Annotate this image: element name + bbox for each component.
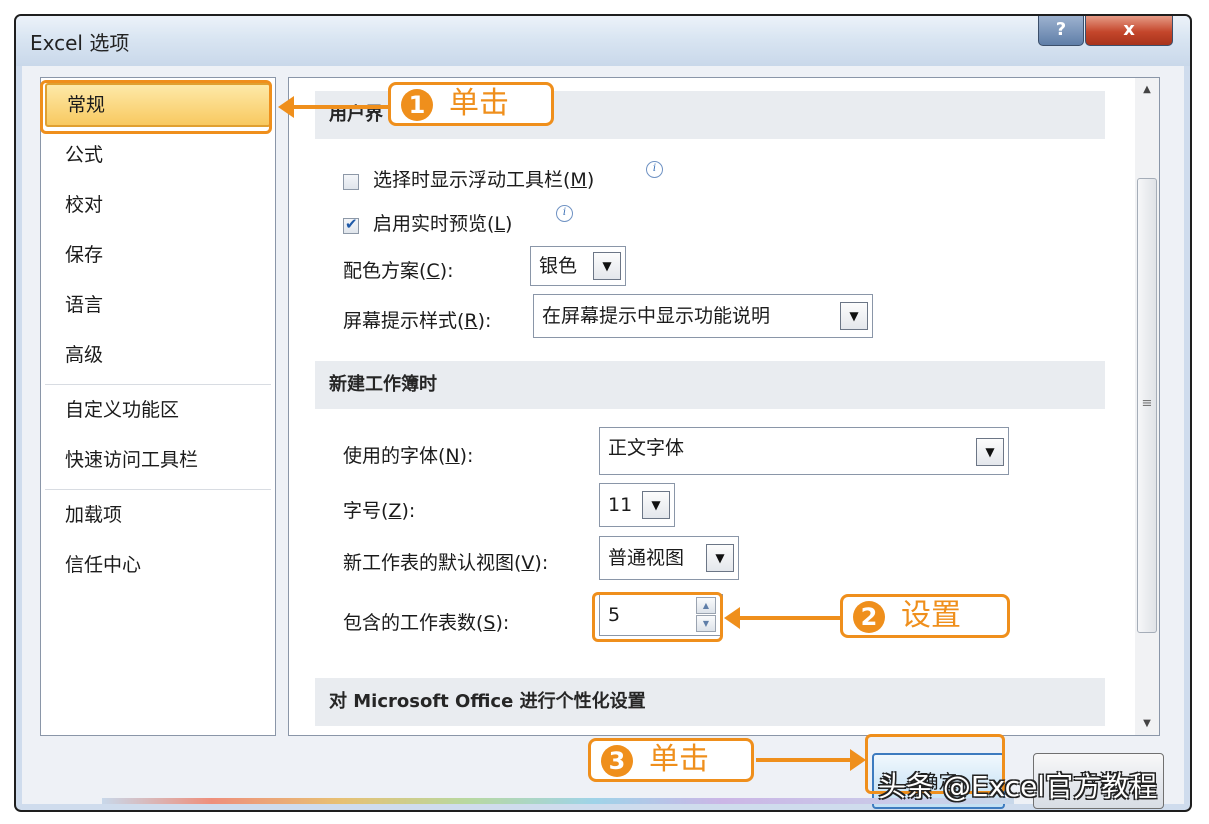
nav-item-quick-access-toolbar[interactable]: 快速访问工具栏 — [45, 438, 271, 482]
nav-item-add-ins[interactable]: 加载项 — [45, 493, 271, 537]
mini-toolbar-checkbox[interactable] — [343, 174, 359, 190]
scroll-up-icon[interactable]: ▲ — [1139, 84, 1155, 95]
screentip-style-select[interactable]: 在屏幕提示中显示功能说明 ▼ — [533, 294, 873, 338]
arrow-left-icon — [724, 607, 842, 629]
nav-item-customize-ribbon[interactable]: 自定义功能区 — [45, 388, 271, 432]
callout-3: 3 单击 — [588, 738, 754, 782]
live-preview-checkbox[interactable] — [343, 215, 359, 234]
font-value: 正文字体 — [608, 437, 685, 459]
scroll-down-icon[interactable]: ▼ — [1139, 718, 1155, 729]
callout-2: 2 设置 — [840, 594, 1010, 638]
decrement-icon[interactable]: ▼ — [696, 615, 716, 632]
default-view-select[interactable]: 普通视图 ▼ — [599, 536, 739, 580]
dialog-body: 常规 公式 校对 保存 语言 高级 自定义功能区 快速访问工具栏 加载项 信任中… — [22, 66, 1184, 809]
nav-item-advanced[interactable]: 高级 — [45, 333, 271, 377]
category-list: 常规 公式 校对 保存 语言 高级 自定义功能区 快速访问工具栏 加载项 信任中… — [40, 77, 276, 736]
mini-toolbar-label: 选择时显示浮动工具栏(M) — [373, 169, 595, 191]
chevron-down-icon[interactable]: ▼ — [706, 544, 734, 572]
callout-1: 1 单击 — [388, 82, 554, 126]
default-view-value: 普通视图 — [608, 547, 685, 569]
color-scheme-label: 配色方案(C): — [343, 260, 454, 282]
chevron-down-icon[interactable]: ▼ — [840, 302, 868, 330]
info-icon: i — [646, 161, 663, 178]
step-number-1: 1 — [401, 89, 433, 121]
nav-item-general[interactable]: 常规 — [45, 83, 271, 127]
section-heading-personalize: 对 Microsoft Office 进行个性化设置 — [315, 678, 1105, 726]
callout-1-text: 单击 — [449, 86, 509, 121]
info-icon: i — [556, 205, 573, 222]
watermark: 头条 @Excel官方教程 — [878, 770, 1158, 803]
scroll-thumb[interactable]: ≡ — [1137, 178, 1157, 633]
nav-item-formulas[interactable]: 公式 — [45, 133, 271, 177]
nav-item-language[interactable]: 语言 — [45, 283, 271, 327]
screentip-style-label: 屏幕提示样式(R): — [343, 310, 492, 332]
section-heading-new-workbook: 新建工作簿时 — [315, 361, 1105, 409]
color-scheme-select[interactable]: 银色 ▼ — [530, 246, 626, 286]
callout-3-text: 单击 — [649, 742, 709, 777]
font-size-select[interactable]: 11 ▼ — [599, 483, 675, 527]
nav-item-trust-center[interactable]: 信任中心 — [45, 543, 271, 587]
close-button[interactable]: x — [1085, 16, 1173, 46]
nav-item-proofing[interactable]: 校对 — [45, 183, 271, 227]
font-select[interactable]: 正文字体 ▼ — [599, 427, 1009, 475]
help-button[interactable]: ? — [1038, 16, 1084, 46]
nav-item-save[interactable]: 保存 — [45, 233, 271, 277]
color-scheme-value: 银色 — [539, 255, 578, 277]
chevron-down-icon[interactable]: ▼ — [593, 252, 621, 280]
excel-options-dialog: Excel 选项 ? x 常规 公式 校对 保存 语言 高级 自定义功能区 快速… — [14, 14, 1192, 812]
nav-divider — [45, 489, 271, 490]
sheet-count-label: 包含的工作表数(S): — [343, 612, 510, 634]
nav-divider — [45, 384, 271, 385]
arrow-right-icon — [756, 749, 866, 771]
window-title: Excel 选项 — [30, 31, 130, 55]
increment-icon[interactable]: ▲ — [696, 597, 716, 614]
live-preview-label: 启用实时预览(L) — [373, 213, 513, 235]
default-view-label: 新工作表的默认视图(V): — [343, 552, 549, 574]
arrow-left-icon — [278, 96, 390, 118]
vertical-scrollbar[interactable]: ▲ ≡ ▼ — [1135, 78, 1159, 735]
chevron-down-icon[interactable]: ▼ — [976, 438, 1004, 466]
font-size-label: 字号(Z): — [343, 500, 416, 522]
chevron-down-icon[interactable]: ▼ — [642, 491, 670, 519]
title-bar[interactable]: Excel 选项 ? x — [16, 16, 1190, 66]
options-panel: 用户界 选择时显示浮动工具栏(M) i 启用实时预览(L) i 配色方案(C):… — [288, 77, 1160, 736]
sheet-count-stepper[interactable]: 5 ▲ ▼ — [599, 594, 723, 636]
sheet-count-value[interactable]: 5 — [608, 595, 620, 635]
step-number-2: 2 — [853, 601, 885, 633]
callout-2-text: 设置 — [901, 598, 961, 633]
screentip-style-value: 在屏幕提示中显示功能说明 — [542, 305, 771, 327]
step-number-3: 3 — [601, 745, 633, 777]
font-label: 使用的字体(N): — [343, 445, 474, 467]
font-size-value: 11 — [608, 494, 633, 516]
